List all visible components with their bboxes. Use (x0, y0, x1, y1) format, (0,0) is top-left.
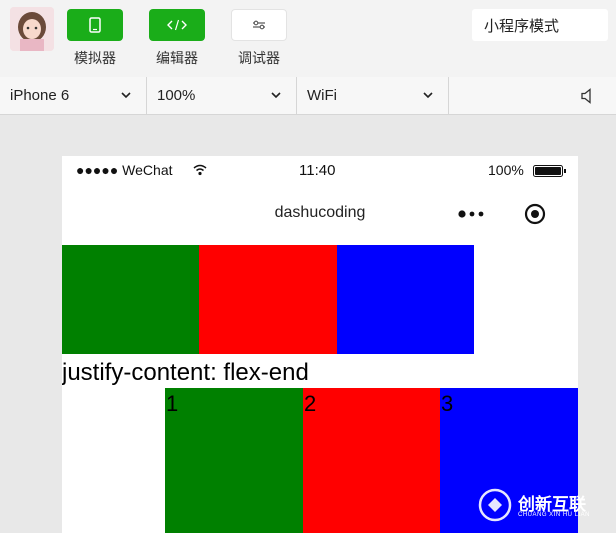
device-dropdown[interactable]: iPhone 6 (0, 77, 147, 114)
more-icon[interactable] (457, 209, 491, 219)
editor-label: 编辑器 (156, 51, 198, 67)
section-caption: justify-content: flex-end (62, 359, 309, 386)
flex-item-1: 1 (165, 388, 303, 533)
logo-icon (478, 488, 512, 522)
phone-icon (89, 17, 101, 33)
flex-item-green (62, 245, 199, 354)
flex-item-blue (337, 245, 474, 354)
zoom-value: 100% (157, 87, 196, 104)
flex-item-label: 3 (441, 391, 454, 416)
close-capsule-icon[interactable] (524, 203, 546, 225)
debugger-button[interactable] (231, 9, 287, 41)
flex-item-2: 2 (303, 388, 440, 533)
sliders-icon (253, 20, 265, 30)
watermark-subtext: CHUANG XIN HU LIAN (518, 512, 591, 518)
flex-item-label: 1 (166, 391, 179, 416)
avatar[interactable] (10, 7, 54, 51)
phone-status-bar: ●●●●● WeChat 11:40 100% (62, 156, 578, 186)
speaker-icon[interactable] (580, 88, 594, 104)
chevron-down-icon (121, 92, 131, 99)
top-toolbar: 模拟器 编辑器 调试器 小程序模式 (0, 0, 616, 78)
chevron-down-icon (423, 92, 433, 99)
network-dropdown[interactable]: WiFi (297, 77, 449, 114)
nav-title: dashucoding (274, 204, 366, 221)
simulator-screen: ●●●●● WeChat 11:40 100% dashucoding just… (62, 156, 578, 533)
status-time: 11:40 (299, 162, 336, 179)
debugger-label: 调试器 (238, 51, 280, 67)
simulator-button[interactable] (67, 9, 123, 41)
wifi-icon (193, 164, 207, 176)
watermark-logo: 创新互联 CHUANG XIN HU LIAN (478, 486, 616, 526)
network-value: WiFi (307, 87, 337, 104)
device-bar: iPhone 6 100% WiFi (0, 77, 616, 115)
zoom-dropdown[interactable]: 100% (147, 77, 297, 114)
flex-item-label: 2 (304, 391, 317, 416)
code-icon (167, 19, 187, 31)
chevron-down-icon (271, 92, 281, 99)
carrier-text: ●●●●● WeChat (76, 162, 173, 178)
flex-item-red (199, 245, 337, 354)
battery-text: 100% (488, 162, 524, 178)
editor-button[interactable] (149, 9, 205, 41)
battery-icon (533, 165, 566, 177)
nav-bar: dashucoding (62, 186, 578, 244)
mode-select[interactable]: 小程序模式 (472, 9, 608, 41)
device-value: iPhone 6 (10, 87, 70, 104)
simulator-label: 模拟器 (74, 51, 116, 67)
